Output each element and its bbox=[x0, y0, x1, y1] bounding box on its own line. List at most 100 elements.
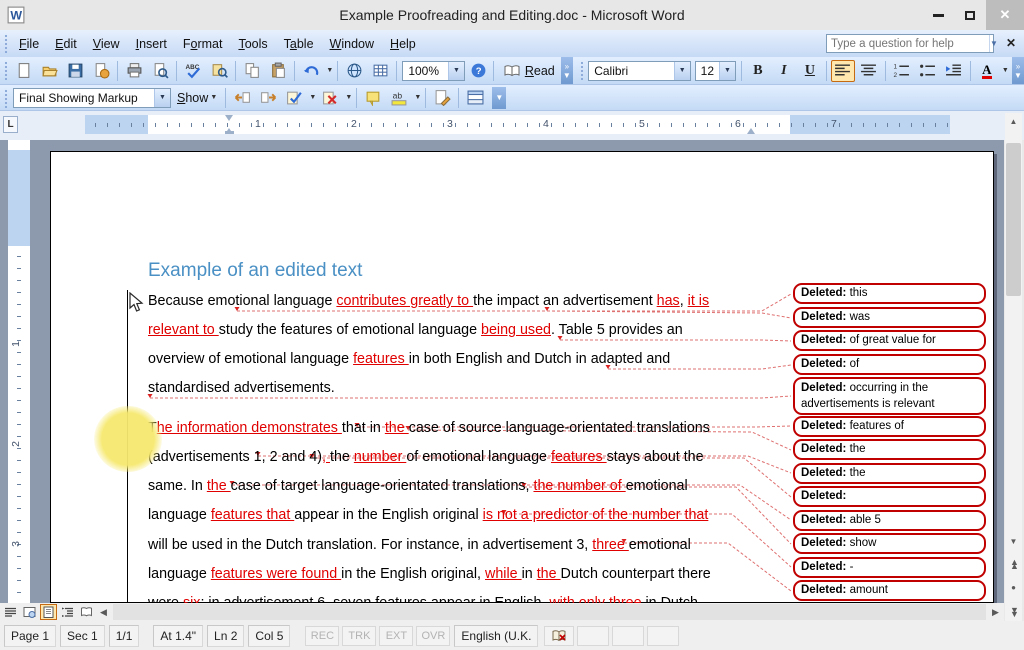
help-icon[interactable]: ? bbox=[468, 60, 489, 82]
document-text-line[interactable]: overview of emotional language features … bbox=[148, 351, 796, 367]
font-size-combo[interactable]: 12 ▼ bbox=[695, 61, 736, 81]
align-left-icon[interactable] bbox=[831, 60, 855, 82]
menubar-close-icon[interactable]: ✕ bbox=[1006, 36, 1016, 50]
right-indent-marker[interactable] bbox=[747, 124, 755, 134]
document-text-line[interactable]: relevant to study the features of emotio… bbox=[148, 322, 796, 338]
deleted-callout[interactable]: Deleted: was bbox=[793, 307, 986, 328]
toolbar-options-icon[interactable]: ▼ bbox=[492, 87, 506, 109]
chevron-down-icon[interactable]: ▼ bbox=[989, 35, 998, 52]
toolbar-grip[interactable] bbox=[3, 60, 7, 82]
deleted-callout[interactable]: Deleted: occurring in the advertisements… bbox=[793, 377, 986, 415]
chevron-down-icon[interactable]: ▼ bbox=[448, 62, 464, 80]
menu-file[interactable]: File bbox=[11, 33, 47, 55]
outline-view-icon[interactable] bbox=[59, 604, 76, 620]
chevron-down-icon[interactable]: ▼ bbox=[674, 62, 690, 80]
spelling-icon[interactable]: ABC bbox=[181, 60, 205, 82]
read-button[interactable]: Read bbox=[497, 60, 561, 82]
deleted-callout[interactable]: Deleted: able 5 bbox=[793, 510, 986, 531]
document-text-line[interactable]: language features were found in the Engl… bbox=[148, 566, 796, 582]
next-change-icon[interactable] bbox=[256, 87, 280, 109]
document-text-line[interactable]: same. In the case of target language-ori… bbox=[148, 478, 796, 494]
horizontal-scroll-track[interactable] bbox=[113, 604, 986, 620]
permission-icon[interactable] bbox=[89, 60, 113, 82]
toolbar-grip[interactable] bbox=[3, 88, 8, 108]
close-button[interactable]: ✕ bbox=[986, 0, 1024, 30]
italic-button[interactable]: I bbox=[772, 60, 796, 82]
reviewing-pane-icon[interactable] bbox=[463, 87, 487, 109]
new-icon[interactable] bbox=[11, 60, 35, 82]
scroll-up-icon[interactable]: ▲ bbox=[1005, 113, 1022, 130]
deleted-callout[interactable]: Deleted: the bbox=[793, 463, 986, 484]
normal-view-icon[interactable] bbox=[2, 604, 19, 620]
vertical-scrollbar[interactable]: ▲ ▼ ▲▲ ● ▼▼ bbox=[1005, 113, 1022, 621]
hyperlink-icon[interactable] bbox=[342, 60, 366, 82]
bullets-icon[interactable] bbox=[916, 60, 940, 82]
document-text-line[interactable]: standardised advertisements. bbox=[148, 380, 796, 396]
previous-change-icon[interactable] bbox=[230, 87, 254, 109]
accept-change-icon[interactable] bbox=[282, 87, 306, 109]
print-icon[interactable] bbox=[122, 60, 146, 82]
undo-icon[interactable] bbox=[299, 60, 323, 82]
status-mode-trk[interactable]: TRK bbox=[342, 626, 376, 646]
document-text-line[interactable]: will be used in the Dutch translation. F… bbox=[148, 537, 796, 553]
zoom-combo[interactable]: 100% ▼ bbox=[402, 61, 465, 81]
left-indent-marker[interactable] bbox=[225, 131, 234, 134]
vertical-ruler[interactable]: 123 bbox=[8, 140, 30, 603]
undo-dropdown-icon[interactable]: ▼ bbox=[325, 67, 334, 74]
status-mode-ext[interactable]: EXT bbox=[379, 626, 413, 646]
print-view-icon[interactable] bbox=[40, 604, 57, 620]
display-for-review-combo[interactable]: Final Showing Markup ▼ bbox=[13, 88, 171, 108]
deleted-callout[interactable]: Deleted: show bbox=[793, 533, 986, 554]
scroll-left-icon[interactable]: ◀ bbox=[95, 607, 112, 618]
highlight-dropdown-icon[interactable]: ▼ bbox=[413, 94, 422, 101]
status-mode-ovr[interactable]: OVR bbox=[416, 626, 450, 646]
spelling-status-icon[interactable] bbox=[544, 626, 574, 646]
tab-selector[interactable]: L bbox=[3, 116, 18, 133]
menu-help[interactable]: Help bbox=[382, 33, 424, 55]
minimize-button[interactable] bbox=[922, 0, 954, 30]
web-view-icon[interactable] bbox=[21, 604, 38, 620]
reading-view-icon[interactable] bbox=[78, 604, 95, 620]
toolbar-options-icon[interactable]: »▼ bbox=[561, 57, 573, 84]
research-icon[interactable] bbox=[207, 60, 231, 82]
deleted-callout[interactable]: Deleted: of great value for bbox=[793, 330, 986, 351]
save-icon[interactable] bbox=[63, 60, 87, 82]
document-text-line[interactable]: language features that appear in the Eng… bbox=[148, 507, 796, 523]
help-question-box[interactable]: ▼ bbox=[826, 34, 994, 53]
document-text-line[interactable]: Because emotional language contributes g… bbox=[148, 293, 796, 309]
show-menu-button[interactable]: Show▼ bbox=[173, 87, 222, 109]
toolbar-options-icon[interactable]: »▼ bbox=[1012, 57, 1024, 84]
insert-table-icon[interactable] bbox=[368, 60, 392, 82]
scroll-right-icon[interactable]: ▶ bbox=[987, 607, 1004, 618]
deleted-callout[interactable]: Deleted: the bbox=[793, 439, 986, 460]
select-browse-object-icon[interactable]: ● bbox=[1005, 579, 1022, 596]
chevron-down-icon[interactable]: ▼ bbox=[154, 89, 170, 107]
document-text-line[interactable]: were six; in advertisement 6, seven feat… bbox=[148, 595, 796, 603]
status-mode-rec[interactable]: REC bbox=[305, 626, 339, 646]
vertical-scroll-thumb[interactable] bbox=[1006, 143, 1021, 296]
open-icon[interactable] bbox=[37, 60, 61, 82]
help-question-input[interactable] bbox=[827, 38, 989, 50]
deleted-callout[interactable]: Deleted: features of bbox=[793, 416, 986, 437]
font-name-combo[interactable]: Calibri ▼ bbox=[588, 61, 690, 81]
next-page-icon[interactable]: ▼▼ bbox=[1005, 603, 1022, 620]
font-color-dropdown-icon[interactable]: ▼ bbox=[1001, 67, 1010, 74]
menu-tools[interactable]: Tools bbox=[230, 33, 275, 55]
previous-page-icon[interactable]: ▲▲ bbox=[1005, 555, 1022, 572]
scroll-down-icon[interactable]: ▼ bbox=[1005, 533, 1022, 550]
accept-change-dropdown-icon[interactable]: ▼ bbox=[308, 94, 317, 101]
reject-change-dropdown-icon[interactable]: ▼ bbox=[344, 94, 353, 101]
bold-button[interactable]: B bbox=[746, 60, 770, 82]
chevron-down-icon[interactable]: ▼ bbox=[719, 62, 735, 80]
menu-view[interactable]: View bbox=[85, 33, 128, 55]
deleted-callout[interactable]: Deleted: this bbox=[793, 283, 986, 304]
horizontal-ruler[interactable]: 1234567 bbox=[85, 115, 950, 134]
underline-button[interactable]: U bbox=[798, 60, 822, 82]
menu-insert[interactable]: Insert bbox=[128, 33, 175, 55]
menu-edit[interactable]: Edit bbox=[47, 33, 85, 55]
deleted-callout[interactable]: Deleted: of bbox=[793, 354, 986, 375]
insert-comment-icon[interactable] bbox=[361, 87, 385, 109]
font-color-button[interactable]: A bbox=[975, 60, 999, 82]
numbering-icon[interactable]: 12 bbox=[890, 60, 914, 82]
copy-icon[interactable] bbox=[240, 60, 264, 82]
